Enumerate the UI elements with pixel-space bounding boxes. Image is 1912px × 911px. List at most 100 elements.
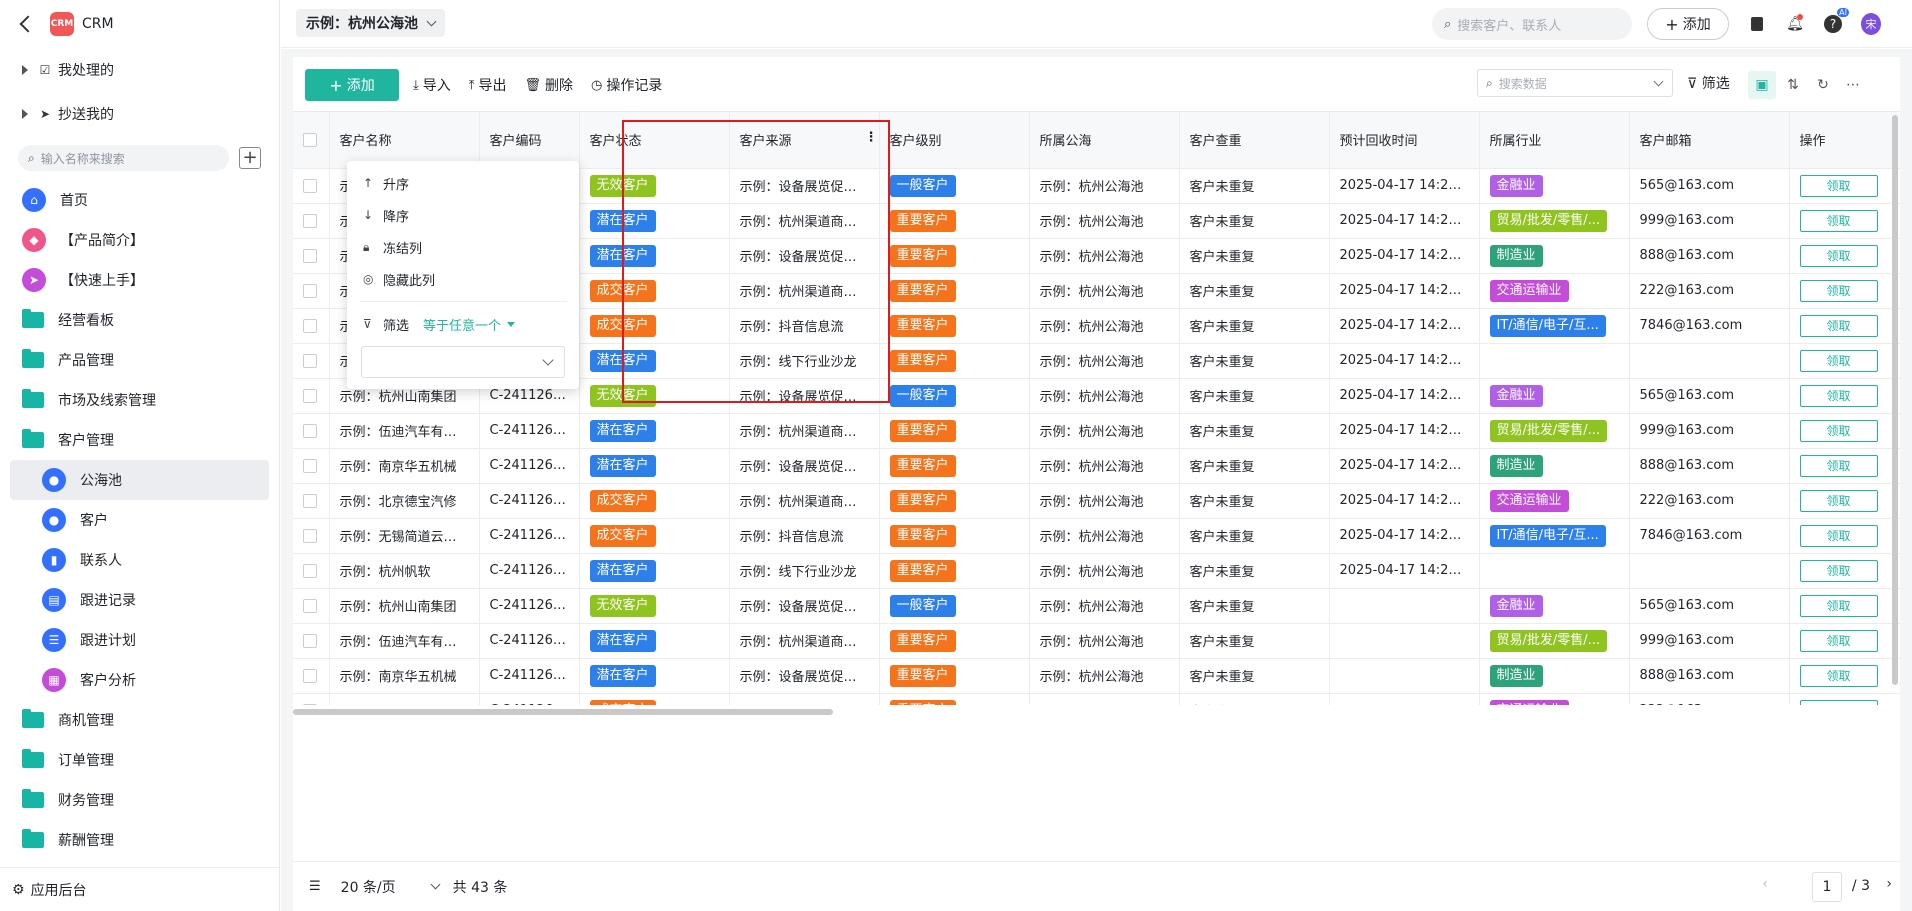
next-page-icon[interactable]: ›	[1886, 876, 1892, 892]
log-button[interactable]: ◷ 操作记录	[591, 75, 662, 95]
row-checkbox[interactable]	[303, 423, 317, 438]
claim-button[interactable]: 领取	[1799, 664, 1878, 687]
sidebar-item[interactable]: 市场及线索管理	[10, 380, 269, 420]
sidebar-footer[interactable]: ⚙ 应用后台	[0, 867, 279, 911]
claim-button[interactable]: 领取	[1799, 524, 1878, 547]
hide-column-item[interactable]: ◎ 隐藏此列	[347, 263, 579, 295]
top-add-button[interactable]: + 添加	[1647, 8, 1729, 40]
claim-button[interactable]: 领取	[1799, 419, 1878, 442]
refresh-icon[interactable]: ↻	[1809, 71, 1837, 99]
row-checkbox[interactable]	[303, 458, 317, 473]
vertical-scrollbar[interactable]	[1892, 115, 1898, 685]
help-icon[interactable]: ? AI	[1823, 8, 1849, 34]
row-checkbox[interactable]	[303, 213, 317, 228]
sort-icon[interactable]: ⇅	[1779, 71, 1807, 99]
sidebar-search-input[interactable]: ⌕ 输入名称来搜索	[18, 145, 229, 171]
table-row[interactable]: 示例：南京华五机械 C-241126-1... 潜在客户 示例：设备展览促销... 重要…	[293, 658, 1900, 694]
more-icon[interactable]: ⋯	[1839, 71, 1867, 99]
column-header[interactable]: 所属行业	[1479, 112, 1630, 169]
claim-button[interactable]: 领取	[1799, 279, 1878, 302]
claim-button[interactable]: 领取	[1799, 594, 1878, 617]
freeze-column-item[interactable]: 🔒︎ 冻结列	[347, 231, 579, 263]
table-row[interactable]: 示例：杭州帆软 C-241126-1... 潜在客户 示例：线下行业沙龙 重要客户 示例：…	[293, 553, 1900, 589]
chevron-down-icon[interactable]	[430, 879, 441, 890]
row-checkbox[interactable]	[303, 668, 317, 683]
bell-icon[interactable]: 🔔︎	[1785, 14, 1805, 34]
column-header[interactable]: 预计回收时间	[1329, 112, 1480, 169]
sort-ascending-item[interactable]: ↑ 升序	[347, 167, 579, 199]
claim-button[interactable]: 领取	[1799, 384, 1878, 407]
delete-button[interactable]: 🗑︎ 删除	[525, 75, 574, 95]
sidebar-item[interactable]: 订单管理	[10, 740, 269, 780]
sidebar-item[interactable]: ▮ 联系人	[10, 540, 269, 580]
filter-button[interactable]: ⊽ 筛选	[1687, 73, 1730, 93]
sidebar-item[interactable]: 财务管理	[10, 780, 269, 820]
sidebar-cc[interactable]: ➤ 抄送我的	[0, 92, 279, 136]
sidebar-item[interactable]: ● 客户	[10, 500, 269, 540]
global-search-input[interactable]: ⌕ 搜索客户、联系人	[1432, 8, 1632, 40]
add-button[interactable]: + 添加	[305, 69, 399, 101]
sidebar-item[interactable]: ➤ 【快速上手】	[10, 260, 269, 300]
sidebar-item[interactable]: 薪酬管理	[10, 820, 269, 860]
column-header[interactable]: 客户查重	[1179, 112, 1330, 169]
export-button[interactable]: ⤒ 导出	[469, 75, 507, 95]
table-row[interactable]: 示例：伍迪汽车有限... C-241126-1... 潜在客户 示例：杭州渠道商合..…	[293, 623, 1900, 659]
table-row[interactable]: 示例：无锡简道云科... C-241126-1... 成交客户 示例：抖音信息流 重要客…	[293, 518, 1900, 554]
sort-descending-item[interactable]: ↓ 降序	[347, 199, 579, 231]
sidebar-pending[interactable]: ☑ 我处理的	[0, 48, 279, 92]
row-checkbox[interactable]	[303, 633, 317, 648]
sidebar-item[interactable]: 客户管理	[10, 420, 269, 460]
book-icon[interactable]	[1747, 14, 1767, 34]
data-search-input[interactable]: ⌕ 搜索数据	[1477, 69, 1673, 97]
card-view-icon[interactable]: ▣	[1748, 71, 1776, 99]
row-checkbox[interactable]	[303, 178, 317, 193]
claim-button[interactable]: 领取	[1799, 699, 1878, 705]
column-header[interactable]: 所属公海	[1029, 112, 1180, 169]
add-nav-button[interactable]: +	[239, 147, 261, 169]
horizontal-scrollbar[interactable]	[293, 709, 833, 715]
table-row[interactable]: 示例：伍迪汽车有限... C-241126-1... 潜在客户 示例：杭州渠道商合..…	[293, 413, 1900, 449]
filter-value-select[interactable]	[361, 346, 565, 378]
back-arrow-icon[interactable]	[16, 15, 34, 33]
row-checkbox[interactable]	[303, 283, 317, 298]
sidebar-item[interactable]: 经营看板	[10, 300, 269, 340]
sidebar-item[interactable]: ▤ 跟进记录	[10, 580, 269, 620]
page-size-select[interactable]: 20 条/页	[341, 877, 396, 897]
avatar[interactable]: 宋	[1861, 13, 1881, 35]
sidebar-item[interactable]: ⌂ 首页	[10, 180, 269, 220]
row-checkbox[interactable]	[303, 598, 317, 613]
column-header[interactable]: 客户级别	[879, 112, 1030, 169]
filter-operator-dropdown[interactable]: 等于任意一个	[423, 315, 501, 334]
claim-button[interactable]: 领取	[1799, 209, 1878, 232]
table-row[interactable]: 示例：南京华五机械 C-241126-1... 潜在客户 示例：设备展览促销... 重要…	[293, 448, 1900, 484]
row-checkbox[interactable]	[303, 388, 317, 403]
sidebar-item[interactable]: ◆ 【产品简介】	[10, 220, 269, 260]
row-checkbox[interactable]	[303, 493, 317, 508]
import-button[interactable]: ⤓ 导入	[413, 75, 451, 95]
sidebar-item[interactable]: ● 公海池	[10, 460, 269, 500]
sidebar-item[interactable]: 产品管理	[10, 340, 269, 380]
table-row[interactable]: 示例：杭州山南集团 C-241126-1... 无效客户 示例：设备展览促销... 一般…	[293, 588, 1900, 624]
table-row[interactable]: 示例：北京德宝汽修 C-241126-1... 成交客户 示例：杭州渠道商合... 重要…	[293, 693, 1900, 705]
sidebar-item[interactable]: ☰ 跟进计划	[10, 620, 269, 660]
current-page-input[interactable]: 1	[1812, 872, 1842, 902]
column-header[interactable]: 客户编码	[479, 112, 580, 169]
column-header[interactable]: 客户名称	[329, 112, 480, 169]
row-checkbox[interactable]	[303, 248, 317, 263]
row-checkbox[interactable]	[303, 528, 317, 543]
column-header[interactable]: 操作	[1789, 112, 1900, 169]
claim-button[interactable]: 领取	[1799, 314, 1878, 337]
claim-button[interactable]: 领取	[1799, 489, 1878, 512]
select-all-checkbox[interactable]	[303, 132, 317, 147]
sidebar-item[interactable]: 商机管理	[10, 700, 269, 740]
claim-button[interactable]: 领取	[1799, 349, 1878, 372]
pool-selector[interactable]: 示例：杭州公海池	[296, 9, 445, 37]
claim-button[interactable]: 领取	[1799, 454, 1878, 477]
prev-page-icon[interactable]: ‹	[1762, 876, 1768, 892]
row-checkbox[interactable]	[303, 353, 317, 368]
row-checkbox[interactable]	[303, 318, 317, 333]
claim-button[interactable]: 领取	[1799, 559, 1878, 582]
claim-button[interactable]: 领取	[1799, 629, 1878, 652]
claim-button[interactable]: 领取	[1799, 244, 1878, 267]
column-header[interactable]: 客户邮箱	[1629, 112, 1790, 169]
